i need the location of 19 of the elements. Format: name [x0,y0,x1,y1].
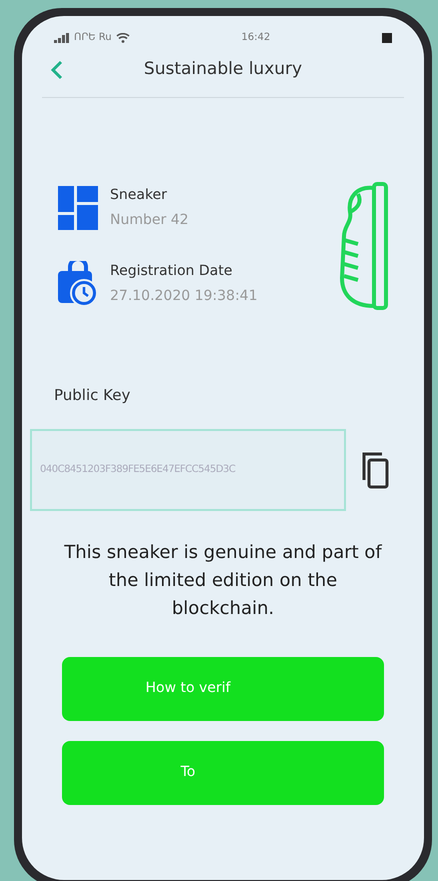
status-time: 16:42 [241,31,270,45]
action-button[interactable]: To [62,740,384,804]
detail-value: Number 42 [110,211,189,230]
public-key-label: Public Key [54,385,132,406]
battery-icon [382,32,392,42]
back-chevron-icon [51,60,63,80]
grid-icon [58,186,98,230]
signal-icon [54,32,70,42]
wifi-icon [116,32,130,42]
public-key-field[interactable]: 040C8451203F389FE5E6E47EFCC545D3C [30,428,346,510]
clock-bag-icon [58,261,98,307]
detail-label: Registration Date [110,262,234,281]
copy-icon[interactable] [360,450,390,490]
detail-label: Sneaker [110,186,168,205]
detail-value: 27.10.2020 19:38:41 [110,287,258,306]
action-button[interactable]: How to verif [62,656,384,720]
carrier-name: ՈՐԵ Ru [74,31,112,45]
screen-title: Sustainable luxury [142,58,304,82]
verification-message: This sneaker is genuine and part of the limited edition on the blockchain. [63,540,383,620]
